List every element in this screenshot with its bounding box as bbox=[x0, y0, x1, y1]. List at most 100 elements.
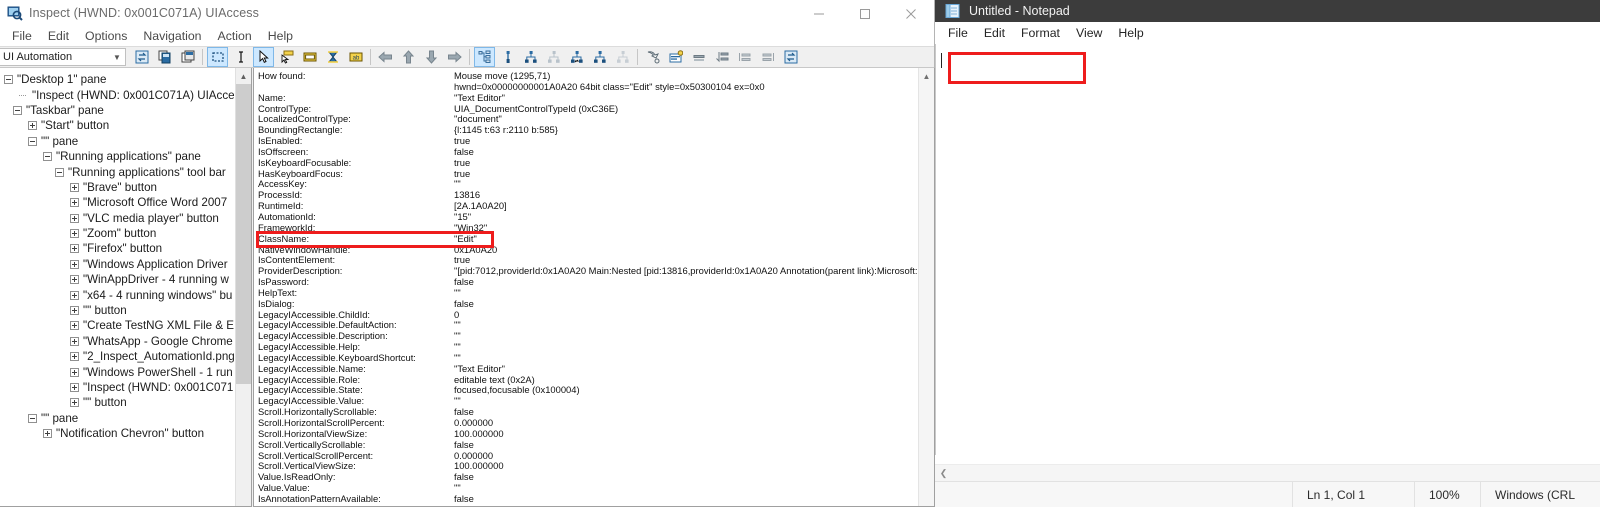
siblings-view-button[interactable] bbox=[612, 47, 633, 67]
goto-element-button[interactable] bbox=[711, 47, 732, 67]
tree-leaf-icon[interactable] bbox=[19, 91, 28, 100]
tree-node[interactable]: "Running applications" pane bbox=[0, 149, 235, 164]
tree-node[interactable]: "Inspect (HWND: 0x001C071A) UIAccess bbox=[0, 87, 235, 102]
tree-node[interactable]: "Desktop 1" pane bbox=[0, 72, 235, 87]
expand-plus-icon[interactable] bbox=[70, 383, 79, 392]
refresh-tree-button[interactable] bbox=[780, 47, 801, 67]
tree-node[interactable]: "Windows Application Driver bbox=[0, 257, 235, 272]
notepad-menu-item-edit[interactable]: Edit bbox=[976, 22, 1013, 44]
collapse-minus-icon[interactable] bbox=[55, 167, 64, 177]
refresh-button[interactable] bbox=[131, 47, 152, 67]
copy-button[interactable] bbox=[154, 47, 175, 67]
expand-plus-icon[interactable] bbox=[70, 367, 79, 377]
notepad-text-editor[interactable] bbox=[935, 44, 1600, 455]
expand-plus-icon[interactable] bbox=[28, 121, 37, 131]
tree-node[interactable]: "Create TestNG XML File & E bbox=[0, 318, 235, 333]
tree-node[interactable]: "" button bbox=[0, 395, 235, 410]
tree-node[interactable]: "" pane bbox=[0, 134, 235, 149]
collapse-minus-icon[interactable] bbox=[28, 413, 37, 423]
scroll-left-icon[interactable]: ❮ bbox=[935, 465, 952, 482]
raw-view-button[interactable] bbox=[497, 47, 518, 67]
tree-scrollbar-thumb[interactable] bbox=[236, 84, 251, 384]
tree-node[interactable]: "VLC media player" button bbox=[0, 211, 235, 226]
expand-plus-icon[interactable] bbox=[70, 321, 79, 331]
collapse-minus-icon[interactable] bbox=[43, 152, 52, 162]
control-view-button[interactable] bbox=[520, 47, 541, 67]
show-information-tooltip-button[interactable]: ab bbox=[345, 47, 366, 67]
tree-node[interactable]: "Microsoft Office Word 2007 bbox=[0, 195, 235, 210]
tree-node[interactable]: "Firefox" button bbox=[0, 241, 235, 256]
select-element-button[interactable] bbox=[688, 47, 709, 67]
scroll-up-icon[interactable]: ▲ bbox=[919, 68, 934, 84]
menu-item-action[interactable]: Action bbox=[210, 27, 260, 46]
expand-plus-icon[interactable] bbox=[70, 352, 79, 362]
menu-item-help[interactable]: Help bbox=[260, 27, 301, 46]
tree-node[interactable]: "WhatsApp - Google Chrome bbox=[0, 334, 235, 349]
close-button[interactable] bbox=[888, 0, 934, 27]
expand-plus-icon[interactable] bbox=[70, 182, 79, 192]
descendants-view-button[interactable] bbox=[589, 47, 610, 67]
menu-item-options[interactable]: Options bbox=[77, 27, 135, 46]
expand-plus-icon[interactable] bbox=[70, 244, 79, 254]
collapse-minus-icon[interactable] bbox=[28, 136, 37, 146]
rectangle-highlight-button[interactable] bbox=[207, 47, 228, 67]
content-view-button[interactable] bbox=[543, 47, 564, 67]
caret-button[interactable] bbox=[230, 47, 251, 67]
hover-mode-button[interactable] bbox=[253, 47, 274, 67]
tree-node[interactable]: "x64 - 4 running windows" bu bbox=[0, 287, 235, 302]
tree-node[interactable]: "" pane bbox=[0, 411, 235, 426]
expand-plus-icon[interactable] bbox=[43, 429, 52, 439]
tree-node[interactable]: "Taskbar" pane bbox=[0, 103, 235, 118]
expand-plus-icon[interactable] bbox=[70, 229, 79, 239]
tree-node[interactable]: "Zoom" button bbox=[0, 226, 235, 241]
tree-node[interactable]: "Notification Chevron" button bbox=[0, 426, 235, 441]
notepad-menu-item-view[interactable]: View bbox=[1068, 22, 1110, 44]
focus-tracking-button[interactable] bbox=[642, 47, 663, 67]
menu-item-navigation[interactable]: Navigation bbox=[135, 27, 209, 46]
expand-plus-icon[interactable] bbox=[70, 275, 79, 285]
expand-plus-icon[interactable] bbox=[70, 198, 79, 208]
collapse-minus-icon[interactable] bbox=[4, 75, 13, 85]
prev-element-button[interactable] bbox=[757, 47, 778, 67]
expand-plus-icon[interactable] bbox=[70, 213, 79, 223]
show-caret-button[interactable] bbox=[322, 47, 343, 67]
navigate-previous-sibling-button[interactable] bbox=[375, 47, 396, 67]
next-element-button[interactable] bbox=[734, 47, 755, 67]
ui-tree-pane[interactable]: "Desktop 1" pane "Inspect (HWND: 0x001C07… bbox=[0, 68, 252, 507]
tree-node[interactable]: "Windows PowerShell - 1 run bbox=[0, 364, 235, 379]
maximize-button[interactable] bbox=[842, 0, 888, 27]
expand-plus-icon[interactable] bbox=[70, 259, 79, 269]
show-highlight-rectangle-button[interactable] bbox=[299, 47, 320, 67]
watch-cursor-button[interactable] bbox=[276, 47, 297, 67]
scope-mode-combobox[interactable]: UI Automation ▼ bbox=[0, 48, 126, 66]
properties-vertical-scrollbar[interactable]: ▲ bbox=[918, 68, 934, 506]
minimize-button[interactable] bbox=[796, 0, 842, 27]
menu-item-file[interactable]: File bbox=[4, 27, 40, 46]
notepad-menu-item-format[interactable]: Format bbox=[1013, 22, 1068, 44]
navigate-next-sibling-button[interactable] bbox=[444, 47, 465, 67]
navigate-child-button[interactable] bbox=[421, 47, 442, 67]
collapse-minus-icon[interactable] bbox=[13, 105, 22, 115]
navigate-parent-button[interactable] bbox=[398, 47, 419, 67]
expand-plus-icon[interactable] bbox=[70, 290, 79, 300]
tree-node[interactable]: "Inspect (HWND: 0x001C071 bbox=[0, 380, 235, 395]
settings-button[interactable] bbox=[177, 47, 198, 67]
scroll-up-icon[interactable]: ▲ bbox=[236, 68, 251, 84]
notepad-horizontal-scrollbar[interactable]: ❮ bbox=[935, 464, 1600, 481]
tree-node[interactable]: "Brave" button bbox=[0, 180, 235, 195]
tree-node[interactable]: "Running applications" tool bar bbox=[0, 164, 235, 179]
notepad-menu-item-file[interactable]: File bbox=[940, 22, 976, 44]
tree-vertical-scrollbar[interactable]: ▲ bbox=[235, 68, 251, 506]
tree-node[interactable]: "" button bbox=[0, 303, 235, 318]
ancestors-view-button[interactable] bbox=[566, 47, 587, 67]
notepad-menu-item-help[interactable]: Help bbox=[1110, 22, 1151, 44]
tree-node[interactable]: "2_Inspect_AutomationId.png bbox=[0, 349, 235, 364]
properties-pane[interactable]: How found: Mouse move (1295,71) hwnd=0x000… bbox=[253, 68, 935, 507]
menu-item-edit[interactable]: Edit bbox=[40, 27, 77, 46]
expand-plus-icon[interactable] bbox=[70, 336, 79, 346]
tree-view-button[interactable] bbox=[474, 47, 495, 67]
tree-node[interactable]: "WinAppDriver - 4 running w bbox=[0, 272, 235, 287]
tree-node[interactable]: "Start" button bbox=[0, 118, 235, 133]
expand-plus-icon[interactable] bbox=[70, 398, 79, 408]
expand-plus-icon[interactable] bbox=[70, 306, 79, 316]
